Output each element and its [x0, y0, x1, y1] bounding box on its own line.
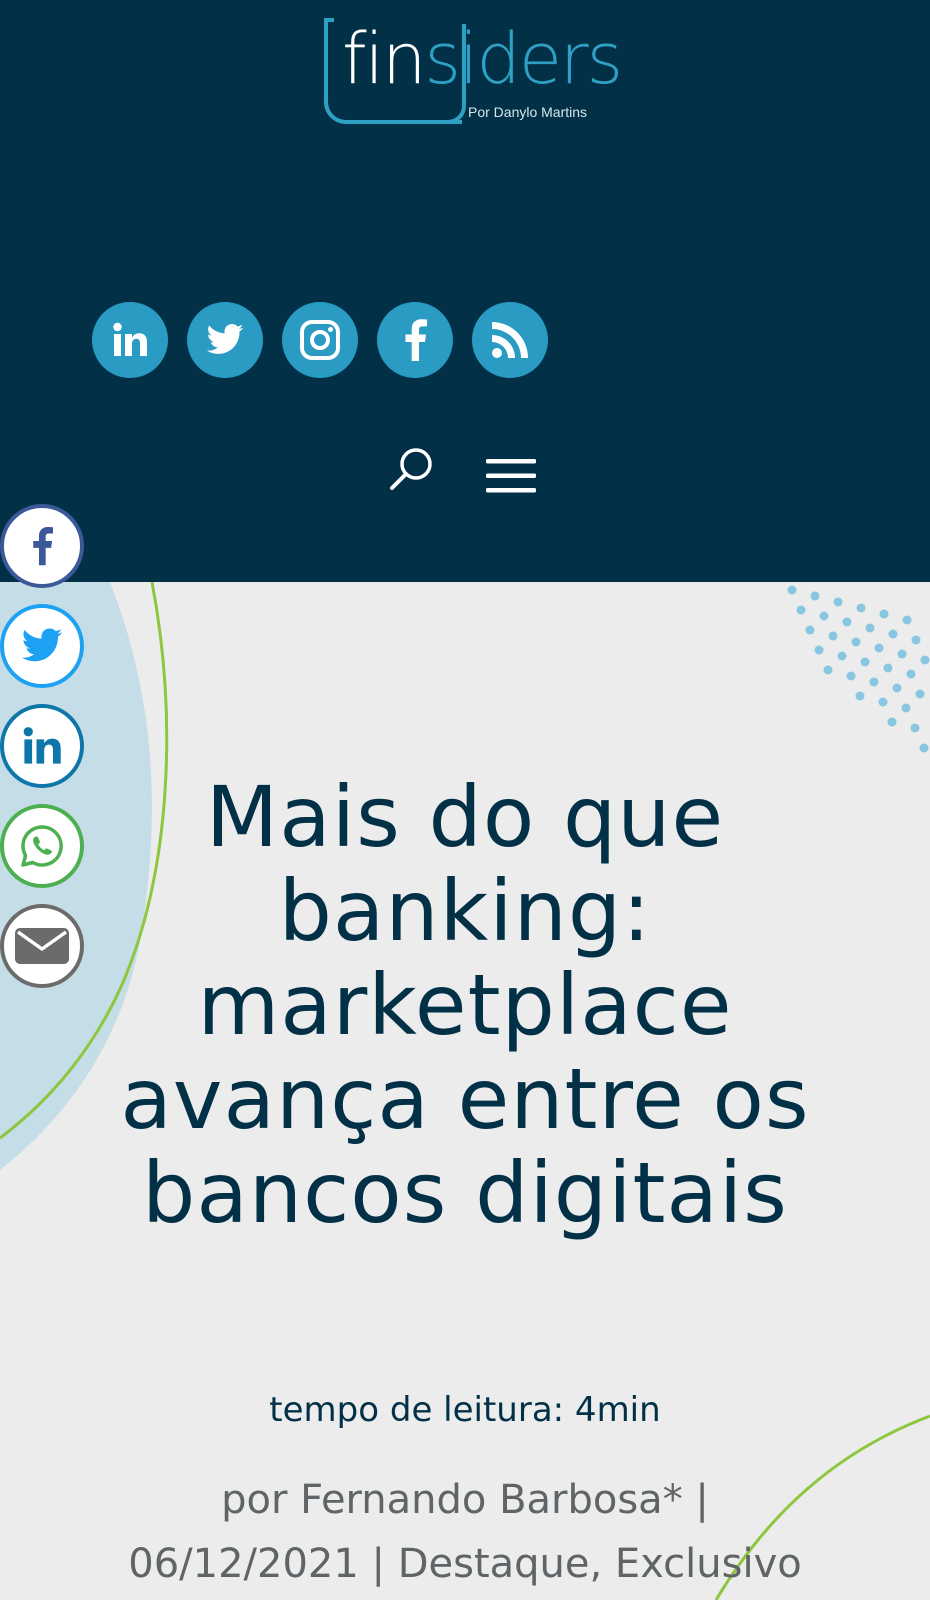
site-logo[interactable]: finsiders Por Danylo Martins — [324, 18, 623, 130]
decor-dot — [805, 625, 815, 635]
envelope-icon — [15, 928, 69, 964]
decor-dot — [883, 663, 893, 673]
decor-dot — [869, 677, 879, 687]
article-byline: por Fernando Barbosa* | 06/12/2021 | Des… — [100, 1468, 830, 1596]
twitter-icon — [206, 324, 244, 354]
decor-dot — [856, 603, 866, 613]
dot-pattern — [787, 585, 930, 753]
twitter-icon — [21, 628, 63, 662]
linkedin-icon — [113, 322, 147, 356]
whatsapp-icon — [21, 825, 63, 867]
logo-subtitle: Por Danylo Martins — [468, 104, 588, 120]
decor-dot — [865, 623, 875, 633]
twitter-share-button[interactable] — [0, 604, 84, 688]
decor-dot — [919, 743, 929, 753]
decor-dot — [910, 723, 920, 733]
decor-dot — [902, 615, 912, 625]
decor-dot — [888, 629, 898, 639]
logo-wordmark: finsiders — [342, 24, 623, 94]
decor-dot — [879, 609, 889, 619]
decor-dot — [796, 605, 806, 615]
decor-dot — [874, 643, 884, 653]
decor-dot — [915, 689, 925, 699]
article-title: Mais do que banking: marketplace avança … — [120, 768, 810, 1242]
linkedin-link[interactable] — [92, 302, 168, 378]
search-icon[interactable] — [388, 446, 436, 494]
instagram-link[interactable] — [282, 302, 358, 378]
social-links — [92, 302, 548, 378]
decor-dot — [819, 611, 829, 621]
linkedin-icon — [23, 727, 61, 764]
decor-dot — [787, 585, 797, 595]
decor-dot — [906, 669, 916, 679]
email-share-button[interactable] — [0, 904, 84, 988]
rss-icon — [492, 322, 528, 358]
decor-dot — [823, 665, 833, 675]
decor-dot — [855, 691, 865, 701]
decor-dot — [833, 597, 843, 607]
decor-dot — [897, 649, 907, 659]
decor-dot — [851, 637, 861, 647]
twitter-link[interactable] — [187, 302, 263, 378]
facebook-link[interactable] — [377, 302, 453, 378]
decor-dot — [810, 591, 820, 601]
decor-dot — [887, 717, 897, 727]
decor-dot — [878, 697, 888, 707]
site-header: finsiders Por Danylo Martins — [0, 0, 930, 582]
rss-link[interactable] — [472, 302, 548, 378]
logo-siders: siders — [424, 18, 623, 100]
decor-dot — [846, 671, 856, 681]
facebook-icon — [405, 319, 427, 361]
whatsapp-share-button[interactable] — [0, 804, 84, 888]
header-tools — [388, 446, 548, 502]
decor-dot — [860, 657, 870, 667]
reading-time: tempo de leitura: 4min — [269, 1390, 661, 1430]
hamburger-menu-icon[interactable] — [486, 456, 536, 496]
decor-dot — [842, 617, 852, 627]
linkedin-share-button[interactable] — [0, 704, 84, 788]
decor-dot — [814, 645, 824, 655]
decor-dot — [828, 631, 838, 641]
decor-dot — [837, 651, 847, 661]
byline-author[interactable]: por Fernando Barbosa* | — [100, 1468, 830, 1532]
decor-dot — [911, 635, 921, 645]
instagram-icon — [300, 320, 340, 360]
logo-fin: fin — [342, 18, 426, 100]
byline-date-categories[interactable]: 06/12/2021 | Destaque, Exclusivo — [100, 1532, 830, 1596]
decor-dot — [892, 683, 902, 693]
decor-dot — [920, 655, 930, 665]
decor-dot — [901, 703, 911, 713]
facebook-icon — [33, 527, 53, 566]
facebook-share-button[interactable] — [0, 504, 84, 588]
